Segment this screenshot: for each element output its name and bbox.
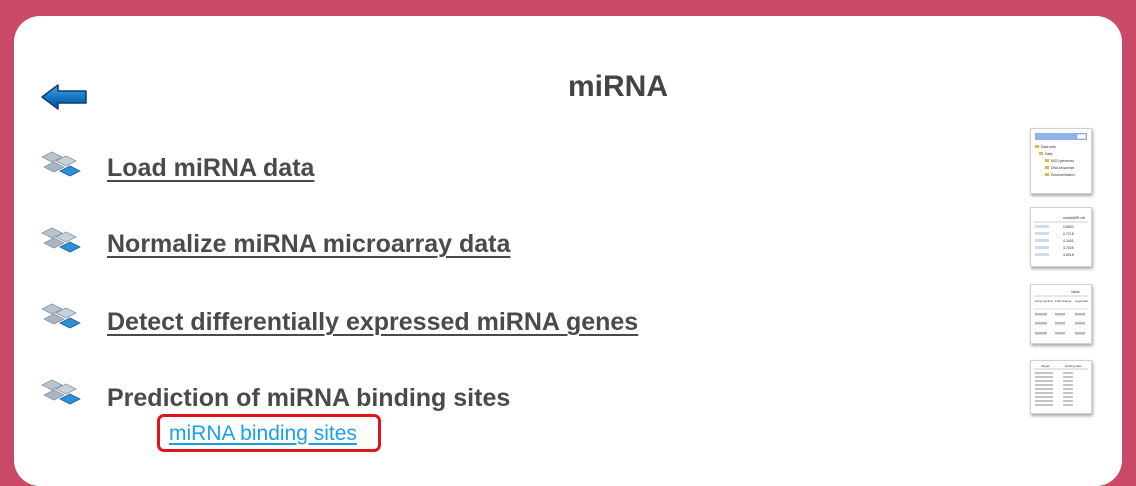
thumb-text: Fold change <box>1055 299 1072 303</box>
thumb-text: 3.8918 <box>1063 253 1074 257</box>
thumb-text: 4.3401 <box>1063 239 1074 243</box>
thumb-text: Target <box>1041 364 1050 368</box>
thumb-text: 0.8500 <box>1063 225 1074 229</box>
thumb-text: Data <box>1045 152 1052 156</box>
thumb-normalize[interactable]: rosetaMIR.ctb 0.8500 2.7218 4.3401 4.762… <box>1030 207 1092 267</box>
thumb-text: Gene symbol <box>1035 299 1053 303</box>
menu-link-load-mirna-data[interactable]: Load miRNA data <box>107 154 314 183</box>
workflow-blocks-icon <box>40 378 90 410</box>
thumb-text: Log2 ratio <box>1075 299 1089 303</box>
sublink-mirna-binding-sites[interactable]: miRNA binding sites <box>157 414 381 452</box>
thumb-diff-expr[interactable]: Value Gene symbol Fold change Log2 ratio <box>1030 284 1092 344</box>
thumb-text: rosetaMIR.ctb <box>1063 216 1085 220</box>
workflow-blocks-icon <box>40 302 90 334</box>
thumb-text: 4.7625 <box>1063 246 1074 250</box>
thumb-text: NGS genomes <box>1051 159 1074 163</box>
menu-link-normalize-mirna[interactable]: Normalize miRNA microarray data <box>107 230 510 259</box>
thumb-load-data[interactable]: Data sets Data NGS genomes DNA sequence … <box>1030 128 1092 194</box>
page-title: miRNA <box>567 70 668 103</box>
thumb-binding-sites[interactable]: Target binding sites <box>1030 360 1092 414</box>
thumb-text: binding sites <box>1065 364 1082 368</box>
menu-label-prediction-binding-sites: Prediction of miRNA binding sites <box>107 384 511 412</box>
thumb-text: Documentation <box>1051 173 1075 177</box>
thumb-text: Value <box>1071 290 1080 294</box>
thumb-text: 2.7218 <box>1063 232 1074 236</box>
workflow-blocks-icon <box>40 226 90 258</box>
thumb-text: Data sets <box>1041 145 1056 149</box>
menu-link-detect-diff-expressed[interactable]: Detect differentially expressed miRNA ge… <box>107 308 638 337</box>
thumb-text: DNA sequence <box>1051 166 1074 170</box>
workflow-blocks-icon <box>40 150 90 182</box>
